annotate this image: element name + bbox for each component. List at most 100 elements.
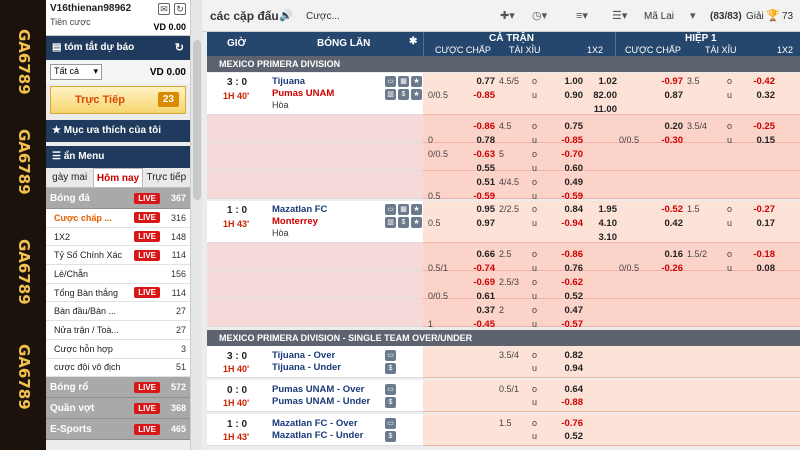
team-home[interactable]: Mazatlan FC <box>272 204 327 215</box>
team-under[interactable]: Tijuana - Under <box>272 362 341 373</box>
clock-icon[interactable]: ◷▾ <box>532 9 547 22</box>
odds-cell[interactable]: -0.45 <box>467 319 495 330</box>
odds-cell[interactable]: 0.66 <box>467 249 496 260</box>
stats-icon[interactable]: ▦ <box>398 204 409 215</box>
trophy-icon[interactable]: 🏆 <box>766 9 780 22</box>
tab-day[interactable]: Trực tiếp <box>143 168 190 187</box>
add-icon[interactable]: ✚▾ <box>500 9 515 22</box>
odds-cell[interactable]: -0.69 <box>467 277 495 288</box>
odds-cell[interactable]: 0.20 <box>655 121 684 132</box>
odds-cell[interactable]: 0.08 <box>747 263 776 274</box>
sub-item[interactable]: Bàn đầu/Bàn ... 27 <box>46 302 190 322</box>
odds-cell[interactable]: 0.64 <box>555 384 584 395</box>
odds-cell[interactable]: -0.86 <box>467 121 495 132</box>
odds-cell[interactable]: 0.55 <box>467 163 496 174</box>
odds-cell[interactable]: 1.95 <box>589 204 618 215</box>
odds-cell[interactable]: 0.52 <box>555 431 584 442</box>
sport-row[interactable]: E-Sports LIVE 465 <box>46 419 190 441</box>
message-icon[interactable]: ✉ <box>158 3 170 15</box>
tv-icon[interactable]: ▭ <box>385 76 396 87</box>
team-over[interactable]: Tijuana - Over <box>272 350 335 361</box>
speaker-icon[interactable]: 🔊 <box>279 9 293 22</box>
odds-cell[interactable]: 4.10 <box>589 218 618 229</box>
sort-icon[interactable]: ≡▾ <box>576 9 588 22</box>
odds-cell[interactable]: 0.51 <box>467 177 496 188</box>
odds-cell[interactable]: -0.88 <box>555 397 583 408</box>
star-icon[interactable]: ★ <box>411 89 422 100</box>
odds-cell[interactable]: 1.02 <box>589 76 618 87</box>
sub-item[interactable]: Cược chấp ... LIVE 316 <box>46 209 190 228</box>
star-icon[interactable]: ★ <box>411 217 422 228</box>
dollar-icon[interactable]: $ <box>385 397 396 408</box>
odds-cell[interactable]: 0.42 <box>655 218 684 229</box>
odds-cell[interactable]: -0.86 <box>555 249 583 260</box>
odds-cell[interactable]: 0.78 <box>467 135 496 146</box>
odds-cell[interactable]: 0.77 <box>467 76 496 87</box>
summary-bar[interactable]: ▤ tóm tắt dự báo ↻ <box>46 36 190 60</box>
odds-cell[interactable]: -0.52 <box>655 204 683 215</box>
tab-day[interactable]: Hôm nay <box>93 168 143 187</box>
odds-cell[interactable]: 0.82 <box>555 350 584 361</box>
odds-type-select[interactable]: Mã Lai <box>644 11 674 22</box>
tv-icon[interactable]: ▭ <box>385 204 396 215</box>
odds-cell[interactable]: 0.94 <box>555 363 584 374</box>
odds-cell[interactable]: 0.37 <box>467 305 496 316</box>
odds-cell[interactable]: 82.00 <box>589 90 617 101</box>
dollar-icon[interactable]: $ <box>398 217 409 228</box>
odds-cell[interactable]: 3.10 <box>589 232 618 243</box>
scroll-thumb[interactable] <box>193 40 201 200</box>
odds-cell[interactable]: -0.85 <box>467 90 495 101</box>
odds-cell[interactable]: -0.85 <box>555 135 583 146</box>
menu-header[interactable]: ☰ ẩn Menu <box>46 146 190 168</box>
odds-cell[interactable]: 1.00 <box>555 76 584 87</box>
team-home[interactable]: Tijuana <box>272 76 305 87</box>
sub-item[interactable]: Lẻ/Chẵn 156 <box>46 265 190 284</box>
stats-icon[interactable]: ▦ <box>398 76 409 87</box>
odds-cell[interactable]: -0.70 <box>555 149 583 160</box>
odds-cell[interactable]: 0.97 <box>467 218 496 229</box>
star-icon[interactable]: ★ <box>411 76 422 87</box>
odds-cell[interactable]: -0.42 <box>747 76 775 87</box>
odds-cell[interactable]: 0.76 <box>555 263 584 274</box>
summary-refresh-icon[interactable]: ↻ <box>175 41 184 54</box>
bet-label[interactable]: Cược... <box>306 11 340 22</box>
odds-cell[interactable]: 0.49 <box>555 177 584 188</box>
odds-cell[interactable]: 0.16 <box>655 249 684 260</box>
prize-label[interactable]: Giải <box>746 11 764 22</box>
team-away[interactable]: Monterrey <box>272 216 318 227</box>
odds-cell[interactable]: 0.95 <box>467 204 496 215</box>
odds-cell[interactable]: -0.27 <box>747 204 775 215</box>
odds-cell[interactable]: -0.97 <box>655 76 683 87</box>
odds-cell[interactable]: -0.94 <box>555 218 583 229</box>
odds-cell[interactable]: -0.26 <box>655 263 683 274</box>
sub-item[interactable]: Nửa trận / Toà... 27 <box>46 321 190 340</box>
filter-select[interactable]: Tất cả ▾ <box>50 64 102 80</box>
sub-item[interactable]: Cược hỗn hợp 3 <box>46 339 190 359</box>
odds-cell[interactable]: -0.30 <box>655 135 683 146</box>
dollar-icon[interactable]: $ <box>385 363 396 374</box>
odds-cell[interactable]: 0.32 <box>747 90 776 101</box>
header-settings-icon[interactable]: ✱ <box>409 36 417 47</box>
sub-item[interactable]: cược đội vô địch 51 <box>46 358 190 378</box>
odds-cell[interactable]: 0.84 <box>555 204 584 215</box>
odds-cell[interactable]: -0.25 <box>747 121 775 132</box>
live-button[interactable]: Trực Tiếp 23 <box>50 86 186 114</box>
dollar-icon[interactable]: $ <box>385 431 396 442</box>
odds-cell[interactable]: 11.00 <box>589 104 617 115</box>
tab-day[interactable]: gày mai <box>46 168 93 187</box>
favorites-header[interactable]: ★ Mục ưa thích của tôi <box>46 120 190 142</box>
odds-cell[interactable]: 0.87 <box>655 90 684 101</box>
team-over[interactable]: Mazatlan FC - Over <box>272 418 358 429</box>
team-away[interactable]: Pumas UNAM <box>272 88 334 99</box>
sub-item[interactable]: Tỷ Số Chính Xác LIVE 114 <box>46 246 190 266</box>
chart-icon[interactable]: ▥ <box>385 89 396 100</box>
list-icon[interactable]: ☰▾ <box>612 9 627 22</box>
chart-icon[interactable]: ▥ <box>385 217 396 228</box>
odds-cell[interactable]: 0.61 <box>467 291 496 302</box>
odds-cell[interactable]: -0.18 <box>747 249 775 260</box>
sport-row-football[interactable]: Bóng đá LIVE 367 <box>46 188 190 209</box>
odds-cell[interactable]: -0.62 <box>555 277 583 288</box>
sport-row[interactable]: Quần vợt LIVE 368 <box>46 398 190 420</box>
odds-cell[interactable]: -0.74 <box>467 263 495 274</box>
sidebar-scrollbar[interactable] <box>190 0 202 450</box>
